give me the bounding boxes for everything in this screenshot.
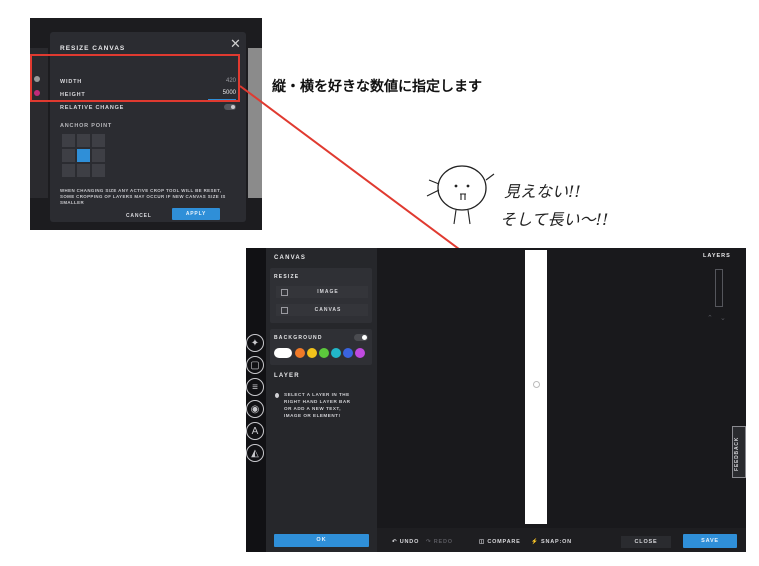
crop-tool-icon[interactable]: ▢	[246, 356, 264, 374]
feedback-tab[interactable]: FEEDBACK	[732, 426, 746, 478]
resize-label: RESIZE	[274, 274, 300, 280]
redo-button[interactable]: ↷ REDO	[426, 539, 453, 545]
canvas-button-label: CANVAS	[314, 307, 342, 313]
layer-hint: SELECT A LAYER IN THE RIGHT HAND LAYER B…	[284, 392, 351, 418]
text-tool-icon[interactable]: A	[246, 422, 264, 440]
swatch-yellow[interactable]	[307, 348, 317, 358]
close-button[interactable]: CLOSE	[621, 536, 671, 548]
snap-label: SNAP:ON	[540, 539, 572, 545]
compare-button[interactable]: ◫ COMPARE	[479, 539, 521, 545]
undo-button[interactable]: ↶ UNDO	[392, 539, 419, 545]
info-icon	[275, 393, 279, 398]
canvas-icon	[281, 306, 288, 314]
layer-label: LAYER	[274, 373, 300, 379]
background-section: BACKGROUND	[270, 329, 372, 365]
feedback-label: FEEDBACK	[734, 436, 740, 471]
layer-thumbnail[interactable]	[715, 269, 723, 307]
ok-button[interactable]: OK	[274, 534, 369, 547]
undo-icon: ↶	[392, 539, 400, 545]
swatch-green[interactable]	[319, 348, 329, 358]
sticker-tool-icon[interactable]: ◉	[246, 400, 264, 418]
layers-label: LAYERS	[703, 253, 731, 259]
redo-icon: ↷	[426, 539, 434, 545]
undo-label: UNDO	[399, 539, 420, 545]
canvas-panel: CANVAS RESIZE IMAGE CANVAS BACKGROUND LA…	[266, 248, 377, 552]
adjust-tool-icon[interactable]: ≡	[246, 378, 264, 396]
compare-label: COMPARE	[487, 539, 521, 545]
background-label: BACKGROUND	[274, 335, 323, 341]
layer-up-icon[interactable]: ⌃	[707, 314, 713, 322]
swatch-cyan[interactable]	[331, 348, 341, 358]
handwritten-line-2: そして長い〜!!	[500, 210, 609, 229]
layer-down-icon[interactable]: ⌄	[720, 314, 726, 322]
handwritten-line-1: 見えない!!	[504, 182, 581, 201]
swatch-purple[interactable]	[355, 348, 365, 358]
snap-toggle[interactable]: ⚡ SNAP:ON	[531, 539, 572, 545]
canvas-resize-button[interactable]: CANVAS	[276, 304, 368, 316]
panel-title: CANVAS	[274, 255, 307, 261]
filter-tool-icon[interactable]: ✦	[246, 334, 264, 352]
background-toggle[interactable]	[354, 334, 368, 341]
snap-icon: ⚡	[531, 539, 541, 545]
swatch-orange[interactable]	[295, 348, 305, 358]
save-button[interactable]: SAVE	[683, 534, 737, 548]
doodle-character-icon	[426, 165, 495, 225]
swatch-white[interactable]	[274, 348, 292, 358]
swatch-blue[interactable]	[343, 348, 353, 358]
image-button-label: IMAGE	[317, 289, 339, 295]
redo-label: REDO	[433, 539, 453, 545]
image-resize-button[interactable]: IMAGE	[276, 286, 368, 298]
shape-tool-icon[interactable]: ◭	[246, 444, 264, 462]
resize-section: RESIZE IMAGE CANVAS	[270, 268, 372, 323]
image-icon	[281, 288, 288, 296]
canvas-center-marker	[533, 381, 540, 388]
editor-screenshot: ✦ ▢ ≡ ◉ A ◭ CANVAS RESIZE IMAGE CANVAS B…	[246, 248, 746, 552]
